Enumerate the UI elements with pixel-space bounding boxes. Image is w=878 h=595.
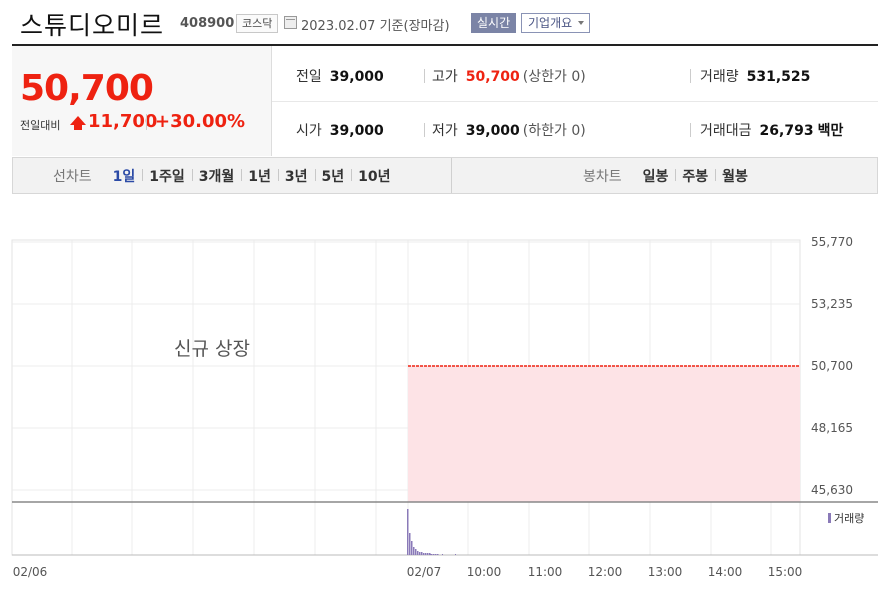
candle-chart-tabs: 봉차트 일봉 주봉 월봉 <box>583 158 755 193</box>
volume-bar <box>419 552 421 555</box>
line-chart-label: 선차트 <box>53 168 92 185</box>
base-date-note: 기준(장마감) <box>379 19 450 34</box>
line-chart-tabs: 선차트 1일 1주일 3개월 1년 3년 5년 10년 <box>53 158 398 193</box>
base-date: 2023.02.07 <box>301 19 376 34</box>
volume-legend: 거래량 <box>828 510 864 526</box>
tab-candle-monthly[interactable]: 월봉 <box>715 166 755 186</box>
stats-row-divider <box>272 101 878 102</box>
volume-bar <box>421 552 423 555</box>
stat-separator <box>424 123 425 137</box>
x-tick-label: 11:00 <box>528 565 563 579</box>
x-tick-label: 02/07 <box>407 565 442 579</box>
stock-code: 408900 <box>180 16 235 31</box>
y-tick-label: 55,770 <box>811 235 853 249</box>
stat-volume-value: 531,525 <box>746 69 811 85</box>
stock-name: 스튜디오미르 <box>20 11 165 40</box>
volume-bar <box>431 554 433 555</box>
volume-bar <box>417 551 419 555</box>
y-tick-label: 45,630 <box>811 483 853 497</box>
volume-bar <box>433 554 435 555</box>
tab-line-1d[interactable]: 1일 <box>106 166 143 186</box>
stat-prev: 전일 39,000 <box>296 66 384 86</box>
x-tick-label: 10:00 <box>467 565 502 579</box>
y-tick-label: 48,165 <box>811 421 853 435</box>
price-summary: 50,700 전일대비 11,700 +30.00% <box>12 46 272 156</box>
stat-amount-value: 26,793 <box>759 123 814 139</box>
stat-amount: 거래대금 26,793 백만 <box>700 120 843 140</box>
stat-high-note: (상한가 0) <box>522 69 586 85</box>
volume-bar <box>425 553 427 555</box>
stat-separator <box>690 123 691 137</box>
x-tick-label: 15:00 <box>768 565 803 579</box>
tab-line-1w[interactable]: 1주일 <box>142 166 192 186</box>
stat-prev-label: 전일 <box>296 69 322 85</box>
volume-bar <box>430 554 431 555</box>
change-percent: +30.00% <box>155 111 246 132</box>
volume-bar <box>455 554 456 555</box>
volume-bar <box>435 554 437 555</box>
change-label: 전일대비 <box>20 119 61 132</box>
tab-candle-daily[interactable]: 일봉 <box>636 166 676 186</box>
new-listing-notice: 신규 상장 <box>174 338 250 360</box>
tab-line-10y[interactable]: 10년 <box>351 166 397 186</box>
tab-line-5y[interactable]: 5년 <box>314 166 352 186</box>
price-area-fill <box>408 366 800 502</box>
stat-low: 저가 39,000 (하한가 0) <box>432 120 586 140</box>
stat-low-note: (하한가 0) <box>522 123 586 139</box>
tab-line-3m[interactable]: 3개월 <box>191 166 242 186</box>
stat-low-value: 39,000 <box>465 123 520 139</box>
stat-separator <box>424 69 425 83</box>
stat-open-label: 시가 <box>296 123 322 139</box>
tab-line-3y[interactable]: 3년 <box>277 166 315 186</box>
stat-amount-unit: 백만 <box>817 123 844 139</box>
date-basis: 2023.02.07 기준(장마감) <box>301 15 450 34</box>
price-chart-svg: 55,770 53,235 50,700 48,165 45,630 02/06 02/07… <box>11 235 878 579</box>
stat-volume: 거래량 531,525 <box>700 66 810 86</box>
stat-high: 고가 50,700 (상한가 0) <box>432 66 586 86</box>
tab-candle-weekly[interactable]: 주봉 <box>675 166 715 186</box>
volume-bar <box>407 509 409 555</box>
company-overview-label: 기업개요 <box>528 16 573 30</box>
chart-period-tabs: 선차트 1일 1주일 3개월 1년 3년 5년 10년 봉차트 일봉 주봉 월봉 <box>12 157 878 194</box>
volume-bar <box>442 554 443 555</box>
stat-prev-value: 39,000 <box>329 69 384 85</box>
realtime-button[interactable]: 실시간 <box>471 13 517 33</box>
calendar-icon <box>284 16 297 29</box>
change-separator <box>146 114 147 130</box>
x-tick-label: 12:00 <box>588 565 623 579</box>
tab-group-divider <box>451 158 452 193</box>
stat-separator <box>690 69 691 83</box>
stock-header: 스튜디오미르 408900 코스닥 2023.02.07 기준(장마감) 실시간… <box>0 0 878 44</box>
price-stats: 전일 39,000 고가 50,700 (상한가 0) 거래량 531,525 시가 39… <box>272 46 878 156</box>
stat-open-value: 39,000 <box>329 123 384 139</box>
current-price: 50,700 <box>20 68 154 109</box>
caret-down-icon <box>578 21 584 25</box>
price-chart[interactable]: 55,770 53,235 50,700 48,165 45,630 02/06 02/07… <box>0 194 878 595</box>
stat-open: 시가 39,000 <box>296 120 384 140</box>
volume-bar <box>415 549 417 555</box>
x-tick-label: 02/06 <box>13 565 48 579</box>
market-badge: 코스닥 <box>236 14 279 33</box>
volume-bar <box>437 554 439 555</box>
volume-bar <box>413 547 415 555</box>
volume-bar <box>423 554 424 555</box>
stat-high-label: 고가 <box>432 69 458 85</box>
y-tick-label: 50,700 <box>811 359 853 373</box>
volume-bar <box>411 541 413 555</box>
change-amount: 11,700 <box>88 111 158 132</box>
tab-line-1y[interactable]: 1년 <box>241 166 278 186</box>
stat-low-label: 저가 <box>432 123 458 139</box>
up-arrow-icon <box>70 116 86 130</box>
stat-volume-label: 거래량 <box>700 69 739 85</box>
volume-bar <box>427 553 429 555</box>
x-tick-label: 14:00 <box>708 565 743 579</box>
company-overview-button[interactable]: 기업개요 <box>521 13 590 33</box>
volume-bar <box>409 533 411 555</box>
stat-high-value: 50,700 <box>465 69 520 85</box>
stat-amount-label: 거래대금 <box>700 123 752 139</box>
x-tick-label: 13:00 <box>648 565 683 579</box>
y-tick-label: 53,235 <box>811 297 853 311</box>
candle-chart-label: 봉차트 <box>583 168 622 185</box>
